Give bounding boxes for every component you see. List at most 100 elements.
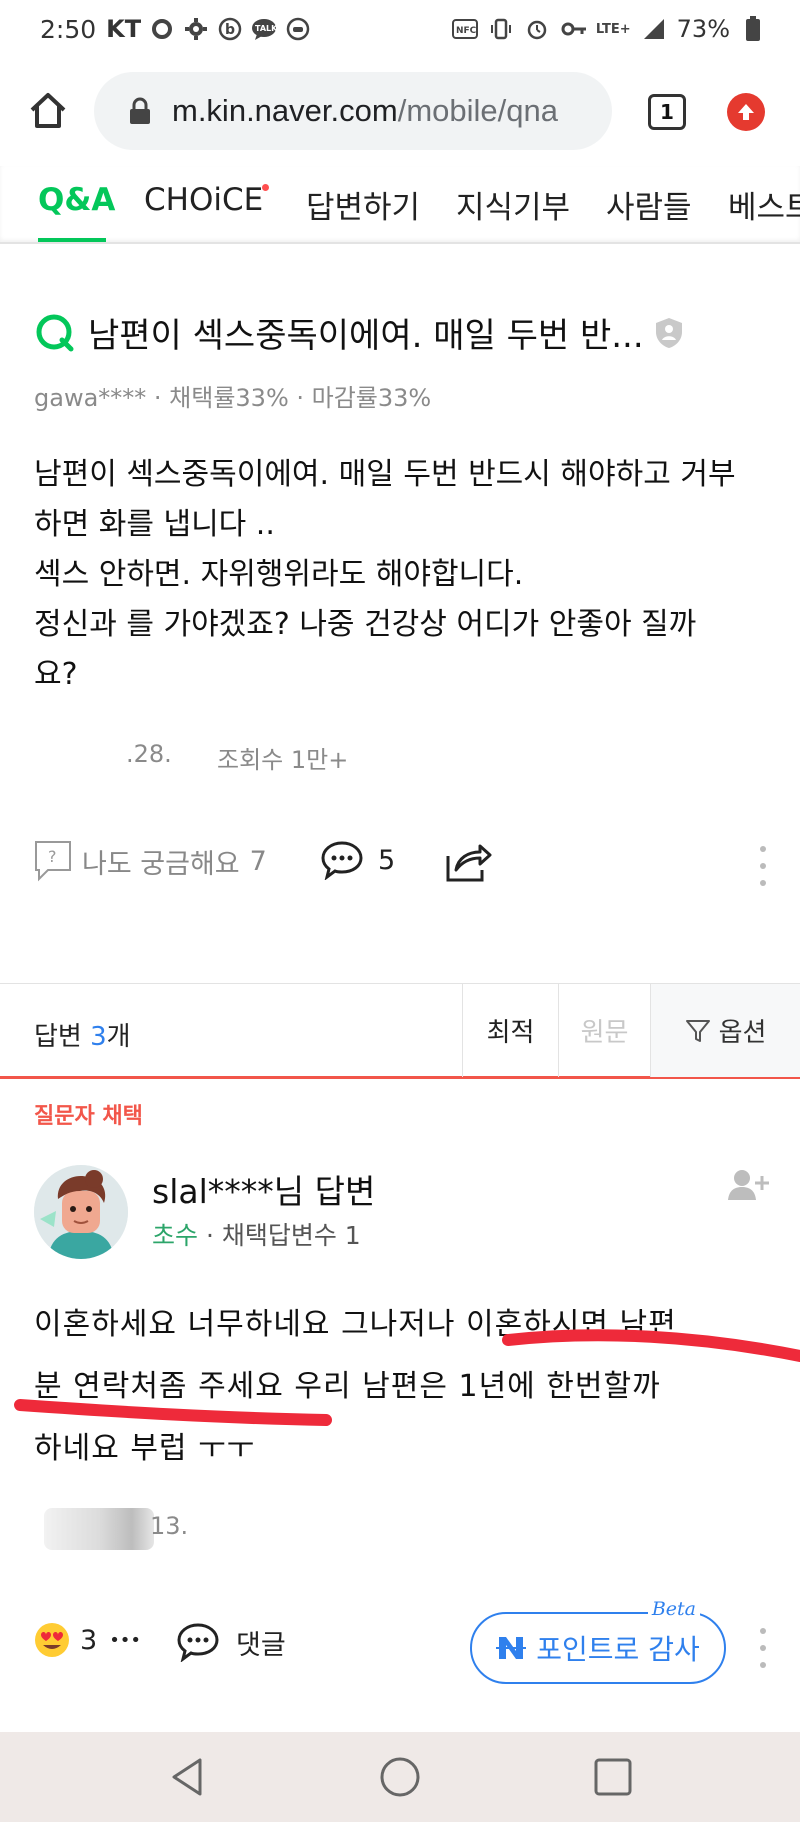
author-stats: · 채택답변수 1: [198, 1221, 361, 1250]
answer-date: 13.: [150, 1512, 189, 1540]
answer-actions: 3 ••• 댓글 포인트로 감사 Beta: [34, 1598, 774, 1688]
svg-text:TALK: TALK: [255, 24, 277, 33]
question-author-meta: gawa**** · 채택률33% · 마감률33%: [34, 384, 432, 412]
reaction-more[interactable]: •••: [109, 1630, 141, 1651]
system-nav-bar: [0, 1732, 800, 1822]
speech-bubble-icon: [177, 1623, 219, 1662]
answers-number: 3: [90, 1022, 107, 1052]
options-label: 옵션: [718, 1018, 767, 1048]
browser-toolbar: m.kin.naver.com/mobile/qna 1: [0, 58, 800, 166]
url-text: m.kin.naver.com/mobile/qna: [172, 93, 558, 129]
home-circle-icon: [380, 1757, 420, 1797]
back-button[interactable]: [164, 1752, 214, 1802]
question-actions: ? 나도 궁금해요 7 5: [34, 840, 774, 890]
thanks-points-button[interactable]: 포인트로 감사 Beta: [470, 1598, 726, 1684]
answer-body-line: 분 연락처좀 주세요 우리 남편은 1년에 한번할까: [34, 1369, 661, 1404]
kakaotalk-icon: TALK: [251, 16, 277, 42]
curious-button[interactable]: ? 나도 궁금해요 7: [34, 840, 267, 882]
signal-strength-icon: [641, 16, 667, 42]
status-carrier: KT: [106, 15, 142, 43]
sort-original-button[interactable]: 원문: [558, 984, 650, 1077]
recents-button[interactable]: [588, 1752, 638, 1802]
notification-circle-icon: [149, 16, 175, 42]
more-options-icon[interactable]: [759, 846, 767, 886]
thanks-label: 포인트로 감사: [536, 1633, 700, 1666]
curious-count: 7: [249, 845, 267, 877]
lock-icon: [130, 97, 150, 124]
heart-eyes-emoji-icon: [35, 1623, 69, 1657]
arrow-up-icon: [738, 104, 754, 120]
shield-icon[interactable]: [654, 316, 684, 350]
question-date: .28.: [126, 740, 172, 768]
vpn-key-icon: [560, 16, 586, 42]
answer-more-options-icon[interactable]: [759, 1628, 767, 1668]
question-body: 남편이 섹스중독이에여. 매일 두번 반드시 해야하고 거부 하면 화를 냅니다…: [34, 450, 774, 700]
answers-unit: 개: [106, 1022, 131, 1052]
speech-bubble-icon: [321, 841, 363, 880]
svg-text:?: ?: [48, 847, 57, 866]
curious-label: 나도 궁금해요: [82, 848, 240, 880]
answer-body: 이혼하세요 너무하네요 그나저나 이혼하시면 남편 분 연락처좀 주세요 우리 …: [34, 1294, 774, 1480]
tab-switcher-button[interactable]: 1: [648, 94, 686, 130]
status-bar: 2:50 KT b TALK NFC LTE+ 73%: [0, 0, 800, 58]
q-mark-icon: [36, 314, 74, 351]
game-controller-icon: [285, 16, 311, 42]
question-body-line: 정신과 를 가야겠죠? 나중 건강상 어디가 안좋아 질까: [34, 607, 697, 642]
avatar-character-icon: [34, 1165, 128, 1259]
question-title-row: 남편이 섹스중독이에여. 매일 두번 반...: [34, 308, 774, 357]
tab-best[interactable]: 베스트: [728, 182, 800, 227]
blurred-date-patch: [44, 1508, 154, 1550]
network-type: LTE+: [595, 21, 631, 37]
app-b-icon: b: [217, 16, 243, 42]
settings-gear-icon: [183, 16, 209, 42]
reaction-button[interactable]: 3 •••: [34, 1622, 141, 1658]
answer-author[interactable]: slal****님 답변: [152, 1165, 375, 1213]
tab-people[interactable]: 사람들: [606, 182, 692, 227]
home-button[interactable]: [26, 88, 70, 132]
svg-text:b: b: [225, 22, 235, 38]
alarm-icon: [524, 16, 550, 42]
tab-qna[interactable]: Q&A: [38, 182, 115, 218]
answers-label: 답변: [34, 1022, 82, 1052]
home-icon: [30, 93, 66, 128]
comment-count: 5: [378, 844, 396, 876]
new-badge-dot: [262, 184, 269, 191]
beta-badge: Beta: [647, 1598, 700, 1620]
sort-best-button[interactable]: 최적: [462, 984, 558, 1077]
recents-square-icon: [594, 1758, 632, 1796]
reaction-count: 3: [80, 1624, 98, 1656]
avatar[interactable]: [34, 1165, 128, 1259]
tab-choice[interactable]: CHOiCE: [144, 182, 263, 218]
battery-icon: [740, 16, 766, 42]
tab-answer[interactable]: 답변하기: [306, 182, 420, 227]
active-tab-indicator: [38, 238, 106, 242]
author-rank: 초수: [152, 1221, 199, 1250]
nfc-icon: NFC: [451, 16, 478, 42]
question-body-line: 하면 화를 냅니다 ..: [34, 507, 275, 542]
question-body-line: 남편이 섹스중독이에여. 매일 두번 반드시 해야하고 거부: [34, 457, 736, 492]
question-body-line: 요?: [34, 657, 78, 692]
comment-label: 댓글: [236, 1629, 286, 1661]
back-triangle-icon: [172, 1758, 202, 1796]
follow-button[interactable]: [726, 1168, 770, 1202]
vibrate-icon: [488, 16, 514, 42]
tab-donation[interactable]: 지식기부: [456, 182, 570, 227]
status-time: 2:50: [40, 14, 97, 44]
update-button[interactable]: [727, 93, 765, 131]
filter-icon: [685, 1019, 710, 1042]
answer-comment-button[interactable]: 댓글: [176, 1622, 286, 1662]
question-views: 조회수 1만+: [217, 746, 349, 774]
comments-button[interactable]: 5: [320, 840, 395, 880]
adopted-label: 질문자 채택: [34, 1104, 143, 1129]
add-user-icon: [728, 1170, 769, 1200]
share-button[interactable]: [444, 840, 492, 884]
answer-body-line: 이혼하세요 너무하네요 그나저나 이혼하시면 남편: [34, 1307, 677, 1342]
url-host: m.kin.naver.com: [172, 93, 398, 128]
battery-percent: 73%: [676, 15, 730, 43]
share-icon: [446, 844, 492, 882]
home-nav-button[interactable]: [375, 1752, 425, 1802]
options-button[interactable]: 옵션: [650, 984, 800, 1077]
svg-text:NFC: NFC: [456, 26, 477, 36]
naver-n-icon: [496, 1637, 527, 1659]
address-bar[interactable]: m.kin.naver.com/mobile/qna: [94, 72, 612, 150]
